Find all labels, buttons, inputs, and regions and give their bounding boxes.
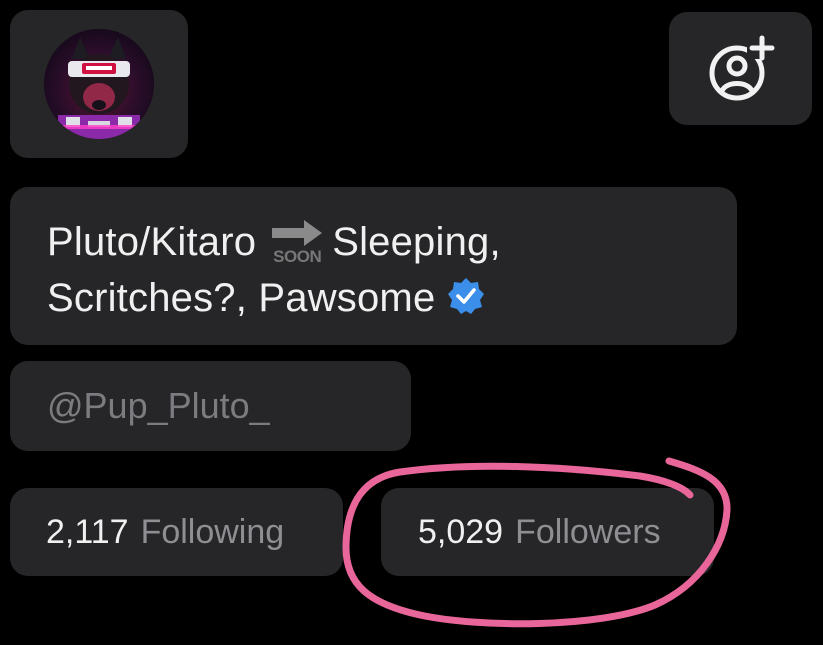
display-name-card: Pluto/Kitaro SOON Sleeping, Scritches?, Pa… [10,187,737,345]
username-handle: @Pup_Pluto_ [47,385,270,426]
verified-badge-icon [447,274,485,330]
display-name-part-2: Sleeping, [332,220,501,264]
display-name-line-2: Scritches?, Pawsome [47,276,436,320]
person-add-icon [709,35,775,100]
display-name: Pluto/Kitaro SOON Sleeping, Scritches?, Pa… [47,214,501,330]
following-button[interactable]: 2,117 Following [10,488,343,576]
follow-button[interactable] [669,12,812,125]
followers-stat: 5,029 Followers [418,510,661,554]
avatar[interactable] [44,29,154,139]
followers-label: Followers [515,513,661,551]
soon-arrow-emoji: SOON [266,217,328,265]
handle-card: @Pup_Pluto_ [10,361,411,451]
following-label: Following [140,513,285,551]
soon-label: SOON [273,247,322,266]
soon-arrow-icon [272,220,323,246]
following-count: 2,117 [46,513,129,551]
avatar-image [44,29,154,139]
followers-button[interactable]: 5,029 Followers [381,488,714,576]
following-stat: 2,117 Following [46,510,284,554]
followers-count: 5,029 [418,513,504,551]
display-name-part-1: Pluto/Kitaro [47,220,257,264]
avatar-card[interactable] [10,10,188,158]
